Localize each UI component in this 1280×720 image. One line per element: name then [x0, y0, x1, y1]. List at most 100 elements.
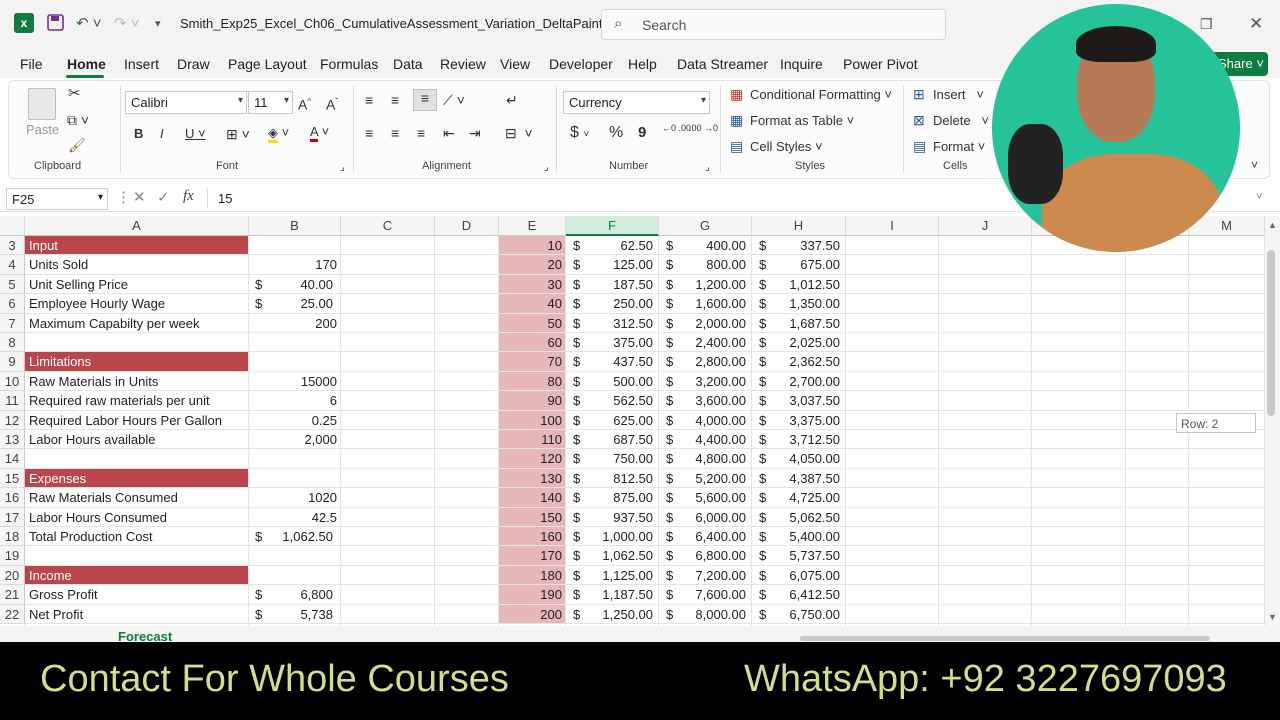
row-header[interactable]: 14	[0, 449, 25, 469]
cell-b[interactable]	[249, 469, 339, 488]
cell-e[interactable]: 30	[499, 275, 564, 294]
decrease-font-icon[interactable]: Aˇ	[326, 94, 338, 113]
format-cells-button[interactable]: Format ˅	[933, 139, 985, 155]
cell-g[interactable]: 5,600.00	[659, 488, 746, 507]
cell-g[interactable]: 2,400.00	[659, 333, 746, 352]
accounting-format-button[interactable]: $ ˅	[570, 125, 589, 143]
row-header[interactable]: 15	[0, 468, 25, 489]
cell-f[interactable]: 812.50	[566, 469, 653, 488]
cell-f[interactable]: 687.50	[566, 430, 653, 449]
bold-button[interactable]: B	[134, 126, 143, 142]
cell-styles-button[interactable]: Cell Styles ˅	[750, 139, 823, 155]
row-header[interactable]: 18	[0, 527, 25, 547]
font-color-icon[interactable]: A ˅	[310, 124, 329, 142]
row-header[interactable]: 4	[0, 255, 25, 275]
cell-h[interactable]: 4,050.00	[752, 449, 840, 468]
expand-formula-bar-icon[interactable]: ˅	[1256, 191, 1262, 203]
cell-h[interactable]: 675.00	[752, 255, 840, 274]
confirm-entry-icon[interactable]: ✓	[157, 188, 170, 206]
row-header[interactable]: 13	[0, 430, 25, 450]
cell-a[interactable]	[29, 546, 247, 565]
italic-button[interactable]: I	[160, 126, 164, 142]
customize-toolbar-icon[interactable]: ▾	[155, 14, 161, 34]
cell-f[interactable]: 1,250.00	[566, 605, 653, 624]
cell-h[interactable]: 2,362.50	[752, 352, 840, 371]
cell-g[interactable]: 7,200.00	[659, 566, 746, 585]
cell-g[interactable]: 4,000.00	[659, 411, 746, 430]
cell-a[interactable]	[29, 449, 247, 468]
cell-h[interactable]: 1,012.50	[752, 275, 840, 294]
cell-e[interactable]: 150	[499, 508, 564, 527]
collapse-ribbon-icon[interactable]: ˅	[1251, 157, 1258, 173]
delete-cells-button[interactable]: Delete ˅	[933, 113, 989, 129]
cell-h[interactable]: 5,737.50	[752, 546, 840, 565]
cell-f[interactable]: 125.00	[566, 255, 653, 274]
menu-view[interactable]: View	[500, 56, 530, 72]
cell-h[interactable]: 5,400.00	[752, 527, 840, 546]
cell-g[interactable]: 8,000.00	[659, 605, 746, 624]
cell-f[interactable]: 1,125.00	[566, 566, 653, 585]
cell-e[interactable]: 200	[499, 605, 564, 624]
column-header-j[interactable]: J	[939, 216, 1032, 236]
merge-center-icon[interactable]: ⊟ ˅	[505, 125, 533, 141]
cell-h[interactable]: 1,350.00	[752, 294, 840, 313]
cell-f[interactable]: 250.00	[566, 294, 653, 313]
cell-b[interactable]: 25.00	[249, 294, 339, 313]
format-painter-icon[interactable]: 🖌	[68, 137, 86, 153]
format-cells-icon[interactable]: ▤	[913, 138, 926, 154]
cell-b[interactable]: 5,738	[249, 605, 339, 624]
cell-g[interactable]: 4,400.00	[659, 430, 746, 449]
scroll-down-icon[interactable]: ▼	[1268, 612, 1277, 622]
insert-function-icon[interactable]: fx	[183, 188, 194, 205]
cell-h[interactable]: 2,700.00	[752, 372, 840, 391]
cell-f[interactable]: 375.00	[566, 333, 653, 352]
menu-data-streamer[interactable]: Data Streamer	[677, 56, 768, 72]
row-header[interactable]: 11	[0, 391, 25, 411]
row-header[interactable]: 5	[0, 274, 25, 295]
cell-g[interactable]: 7,600.00	[659, 585, 746, 604]
increase-decimal-button[interactable]: ←0 .00	[662, 124, 691, 133]
cell-f[interactable]: 187.50	[566, 275, 653, 294]
search-input[interactable]: Search	[642, 17, 686, 33]
cell-e[interactable]: 60	[499, 333, 564, 352]
cell-f[interactable]: 625.00	[566, 411, 653, 430]
increase-indent-icon[interactable]: ⇥	[469, 125, 481, 141]
vertical-scroll-thumb[interactable]	[1267, 250, 1275, 416]
delete-cells-icon[interactable]: ⊠	[913, 112, 925, 128]
cell-b[interactable]	[249, 546, 339, 565]
cell-b[interactable]	[249, 236, 339, 255]
cell-f[interactable]: 312.50	[566, 314, 653, 333]
orientation-icon[interactable]: ⟋ ˅	[443, 92, 465, 108]
menu-developer[interactable]: Developer	[549, 56, 613, 72]
cell-e[interactable]: 80	[499, 372, 564, 391]
cell-e[interactable]: 120	[499, 449, 564, 468]
column-header-h[interactable]: H	[752, 216, 846, 236]
font-dialog-launcher-icon[interactable]: ⌟	[340, 160, 345, 176]
number-dialog-launcher-icon[interactable]: ⌟	[705, 160, 710, 176]
column-header-a[interactable]: A	[25, 216, 249, 236]
comma-style-button[interactable]: 9	[638, 125, 646, 141]
cell-h[interactable]: 6,075.00	[752, 566, 840, 585]
cell-a[interactable]: Raw Materials Consumed	[29, 488, 247, 507]
cell-b[interactable]: 42.5	[249, 508, 339, 527]
cell-g[interactable]: 1,600.00	[659, 294, 746, 313]
cell-e[interactable]: 110	[499, 430, 564, 449]
column-header-c[interactable]: C	[341, 216, 435, 236]
align-right-icon[interactable]: ≡	[417, 125, 425, 141]
cell-g[interactable]: 2,800.00	[659, 352, 746, 371]
cell-styles-icon[interactable]: ▤	[730, 138, 743, 154]
save-icon[interactable]	[47, 14, 64, 34]
row-header[interactable]: 9	[0, 352, 25, 372]
cell-a[interactable]: Total Production Cost	[29, 527, 247, 546]
insert-cells-icon[interactable]: ⊞	[913, 86, 925, 102]
cell-g[interactable]: 5,200.00	[659, 469, 746, 488]
row-header[interactable]: 21	[0, 585, 25, 605]
row-header[interactable]: 10	[0, 371, 25, 392]
menu-inquire[interactable]: Inquire	[780, 56, 823, 72]
cell-b[interactable]: 200	[249, 314, 339, 333]
column-header-g[interactable]: G	[659, 216, 752, 236]
cell-e[interactable]: 160	[499, 527, 564, 546]
menu-file[interactable]: File	[20, 56, 43, 72]
align-left-icon[interactable]: ≡	[365, 125, 373, 141]
scroll-up-icon[interactable]: ▲	[1268, 220, 1277, 230]
